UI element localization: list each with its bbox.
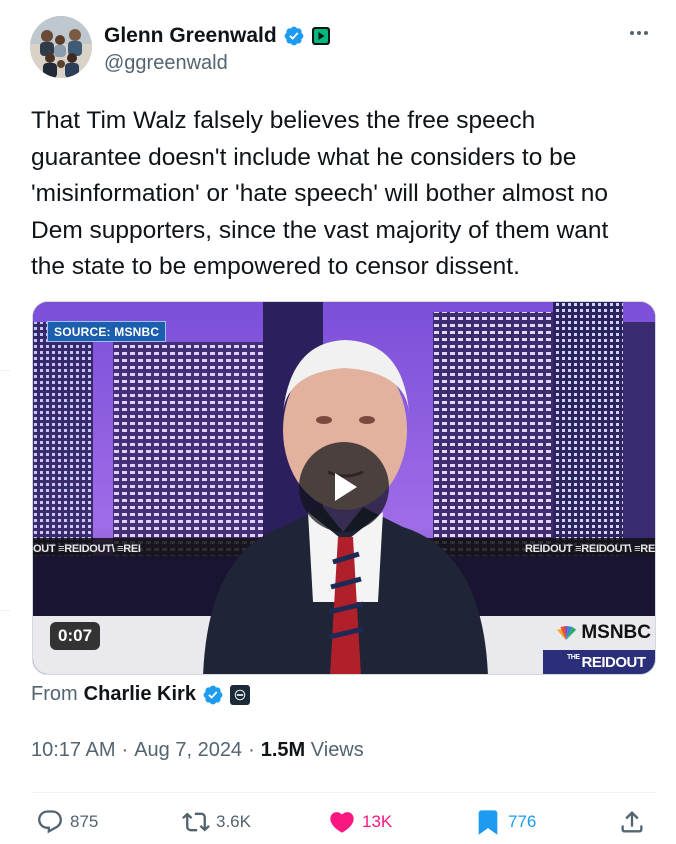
bookmark-icon xyxy=(478,810,498,835)
video-player[interactable]: SOURCE: MSNBC OUT ≡REIDOUT\ ≡REI REIDOUT… xyxy=(32,301,656,675)
more-dots-icon xyxy=(630,31,648,35)
tweet-date[interactable]: Aug 7, 2024 xyxy=(134,739,242,762)
verified-badge-icon xyxy=(202,684,224,706)
source-label: SOURCE: MSNBC xyxy=(47,321,167,342)
ticker-text: REIDOUT ≡REIDOUT\ ≡RE xyxy=(525,543,655,555)
play-icon xyxy=(335,473,357,501)
bookmark-count: 776 xyxy=(508,812,537,831)
actions-divider xyxy=(31,792,656,793)
peacock-icon xyxy=(557,625,577,640)
attribution-name[interactable]: Charlie Kirk xyxy=(84,683,196,706)
repost-count: 3.6K xyxy=(216,812,251,831)
network-logo: MSNBC THE REIDOUT xyxy=(541,620,655,674)
video-attribution: From Charlie Kirk xyxy=(31,683,250,706)
reply-icon xyxy=(38,810,62,834)
verified-badge-icon[interactable] xyxy=(283,25,305,47)
bookmark-button[interactable]: 776 xyxy=(474,808,536,836)
timeline-divider xyxy=(0,370,10,371)
meta-separator: · xyxy=(248,739,255,761)
repost-button[interactable]: 3.6K xyxy=(182,808,251,836)
share-icon xyxy=(621,811,643,833)
affiliate-logo-icon xyxy=(229,684,250,705)
tweet-body-text: That Tim Walz falsely believes the free … xyxy=(31,107,609,280)
share-button[interactable] xyxy=(618,808,646,836)
repost-icon xyxy=(182,812,210,832)
rumble-affiliate-icon[interactable] xyxy=(311,26,331,46)
action-bar: 875 3.6K 13K 776 xyxy=(36,808,656,844)
tweet-time[interactable]: 10:17 AM xyxy=(31,739,116,762)
tweet-header: Glenn Greenwald @ggreenwald xyxy=(30,16,656,80)
play-button[interactable] xyxy=(299,442,389,532)
show-name-prefix: THE xyxy=(567,654,580,661)
like-button[interactable]: 13K xyxy=(328,808,392,836)
like-count: 13K xyxy=(362,812,393,831)
network-name: MSNBC xyxy=(581,622,651,643)
show-name: THE REIDOUT xyxy=(543,650,655,674)
video-duration: 0:07 xyxy=(50,622,101,650)
tweet-meta: 10:17 AM · Aug 7, 2024 · 1.5M Views xyxy=(31,739,364,762)
more-options-button[interactable] xyxy=(622,18,656,48)
reply-button[interactable]: 875 xyxy=(36,808,98,836)
meta-separator: · xyxy=(121,739,129,761)
attribution-prefix: From xyxy=(31,683,78,705)
timeline-divider xyxy=(0,610,10,611)
heart-icon xyxy=(330,812,354,833)
reply-count: 875 xyxy=(70,812,99,831)
author-display-name[interactable]: Glenn Greenwald xyxy=(104,24,277,48)
views-label: Views xyxy=(310,739,364,761)
author-avatar[interactable] xyxy=(30,16,92,78)
show-name-text: REIDOUT xyxy=(581,654,647,671)
ticker-text: OUT ≡REIDOUT\ ≡REI xyxy=(33,543,141,555)
author-handle[interactable]: @ggreenwald xyxy=(104,52,331,75)
views-count: 1.5M xyxy=(260,739,306,761)
